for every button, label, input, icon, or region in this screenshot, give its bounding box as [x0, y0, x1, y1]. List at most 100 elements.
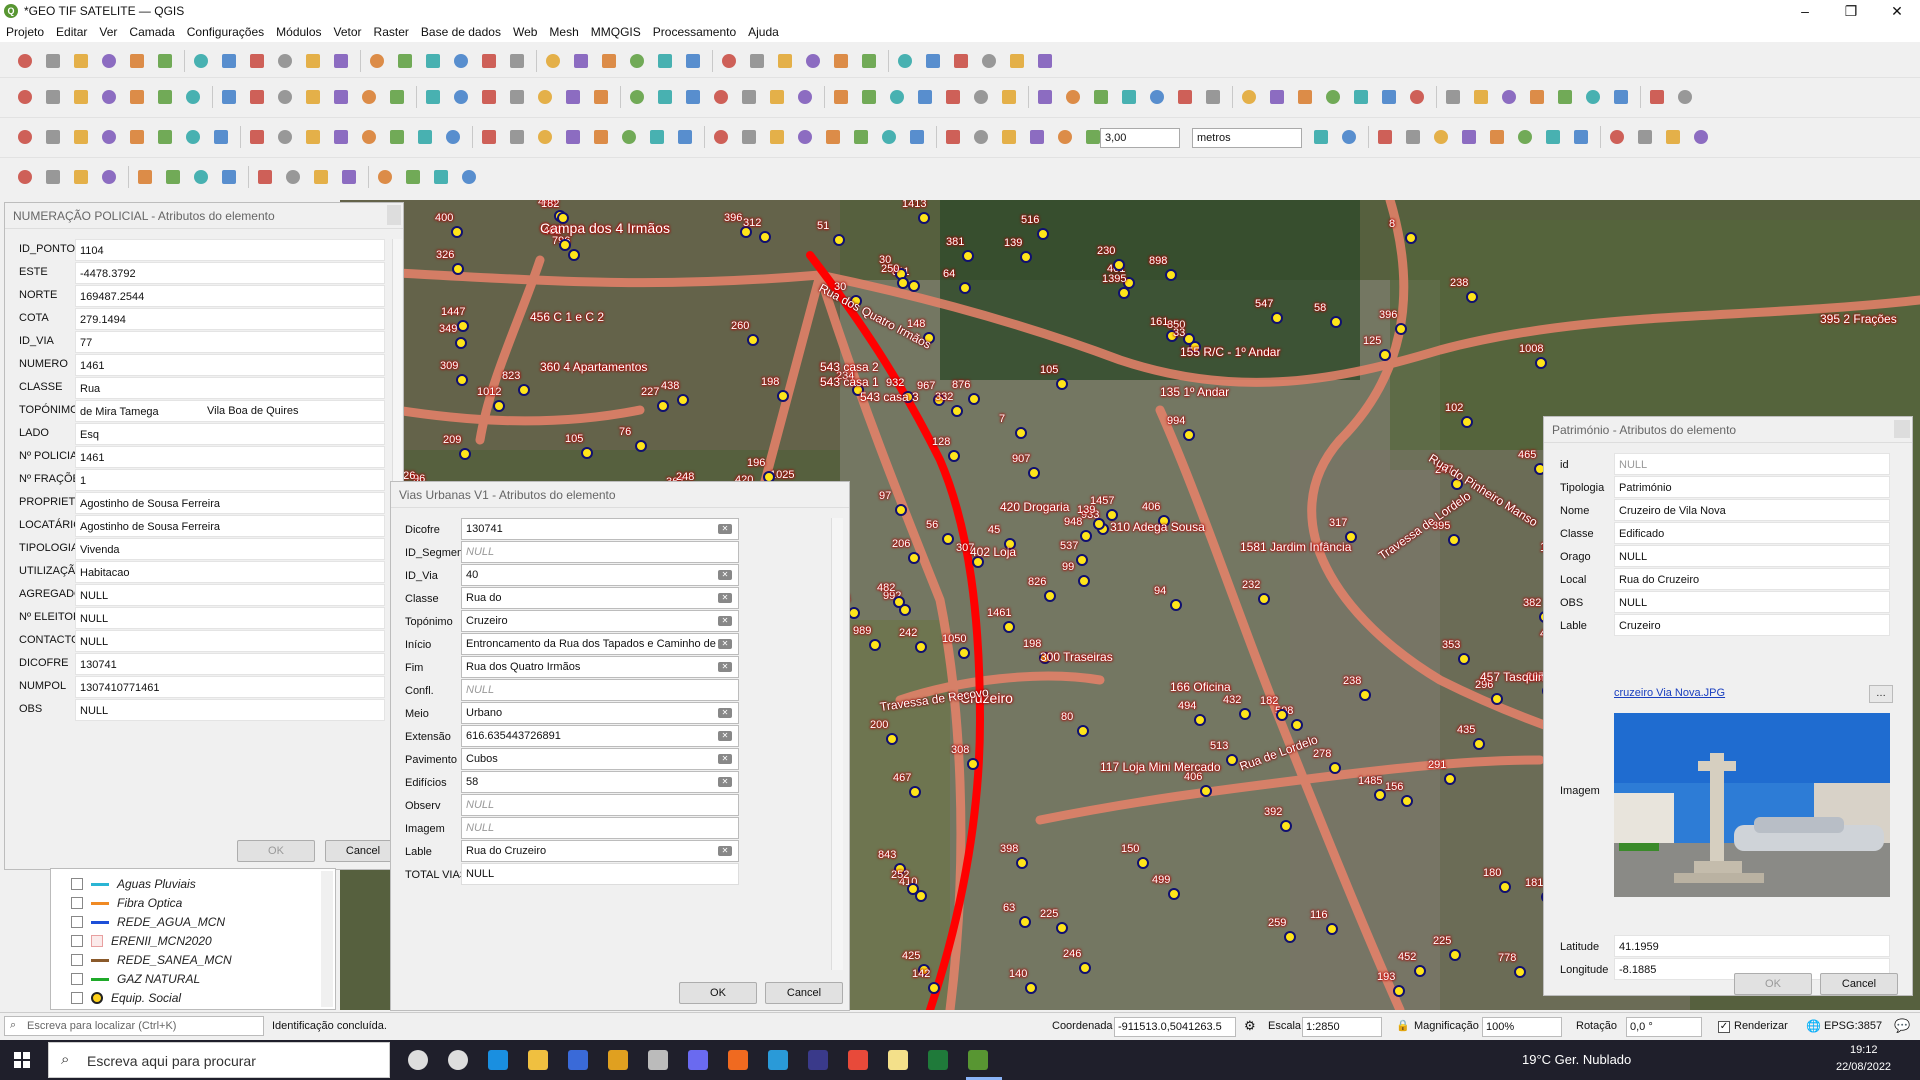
address-point[interactable] [1019, 916, 1031, 928]
vias-field-input[interactable]: Cruzeiro ✕ [461, 610, 739, 632]
address-point[interactable] [1044, 590, 1056, 602]
toolbar-tool-icon[interactable] [850, 126, 872, 148]
toolbar-tool-icon[interactable] [998, 86, 1020, 108]
toolbar-tool-icon[interactable] [478, 86, 500, 108]
toolbar-tool-icon[interactable] [970, 86, 992, 108]
toolbar-tool-icon[interactable] [794, 126, 816, 148]
toolbar-tool-icon[interactable] [534, 86, 556, 108]
toolbar-tool-icon[interactable] [858, 86, 880, 108]
address-point[interactable] [1168, 888, 1180, 900]
toolbar-tool-icon[interactable] [218, 50, 240, 72]
toolbar-tool-icon[interactable] [366, 50, 388, 72]
address-point[interactable] [1165, 269, 1177, 281]
toolbar-tool-icon[interactable] [274, 86, 296, 108]
layer-visibility-checkbox[interactable] [71, 878, 83, 890]
toolbar-tool-icon[interactable] [894, 50, 916, 72]
toolbar-tool-icon[interactable] [302, 50, 324, 72]
address-point[interactable] [1491, 693, 1503, 705]
address-point[interactable] [1359, 689, 1371, 701]
address-point[interactable] [1016, 857, 1028, 869]
toolbar-tool-icon[interactable] [1646, 86, 1668, 108]
clear-field-icon[interactable]: ✕ [718, 777, 732, 787]
toolbar-tool-icon[interactable] [998, 126, 1020, 148]
toolbar-tool-icon[interactable] [98, 86, 120, 108]
toolbar-tool-icon[interactable] [1442, 86, 1464, 108]
task-view-icon[interactable] [408, 1050, 428, 1070]
toolbar-tool-icon[interactable] [358, 126, 380, 148]
address-point[interactable] [958, 647, 970, 659]
layer-item[interactable]: REDE_SANEA_MCN [71, 951, 232, 969]
address-point[interactable] [942, 533, 954, 545]
toolbar-tool-icon[interactable] [358, 86, 380, 108]
toolbar-tool-icon[interactable] [1526, 86, 1548, 108]
toolbar-tool-icon[interactable] [1674, 86, 1696, 108]
address-point[interactable] [1028, 467, 1040, 479]
toolbar-tool-icon[interactable] [162, 166, 184, 188]
media-icon[interactable] [608, 1050, 628, 1070]
address-point[interactable] [915, 641, 927, 653]
toolbar-tool-icon[interactable] [1294, 86, 1316, 108]
address-point[interactable] [459, 448, 471, 460]
toolbar-tool-icon[interactable] [402, 166, 424, 188]
toolbar-tool-icon[interactable] [1610, 86, 1632, 108]
address-point[interactable] [777, 390, 789, 402]
toolbar-tool-icon[interactable] [598, 50, 620, 72]
patrimonio-ok-button[interactable]: OK [1734, 973, 1812, 995]
excel-icon[interactable] [928, 1050, 948, 1070]
toolbar-tool-icon[interactable] [542, 50, 564, 72]
address-point[interactable] [1037, 228, 1049, 240]
address-point[interactable] [1015, 427, 1027, 439]
toolbar-tool-icon[interactable] [1006, 50, 1028, 72]
toolbar-tool-icon[interactable] [718, 50, 740, 72]
toolbar-tool-icon[interactable] [1034, 86, 1056, 108]
toolbar-tool-icon[interactable] [830, 50, 852, 72]
toolbar-tool-icon[interactable] [970, 126, 992, 148]
toolbar-tool-icon[interactable] [654, 50, 676, 72]
vias-field-input[interactable]: NULL [461, 541, 739, 563]
toolbar-tool-icon[interactable] [190, 50, 212, 72]
toolbar-tool-icon[interactable] [98, 166, 120, 188]
menu-raster[interactable]: Raster [374, 25, 409, 39]
vias-field-input[interactable]: NULL [461, 863, 739, 885]
address-point[interactable] [657, 400, 669, 412]
menu-mesh[interactable]: Mesh [549, 25, 578, 39]
toolbar-tool-icon[interactable] [1034, 50, 1056, 72]
toolbar-tool-icon[interactable] [618, 126, 640, 148]
address-point[interactable] [895, 504, 907, 516]
scale-field[interactable]: 1:2850 [1302, 1017, 1382, 1037]
qgis-taskbar-icon[interactable] [968, 1050, 988, 1070]
address-point[interactable] [456, 374, 468, 386]
address-point[interactable] [455, 337, 467, 349]
address-point[interactable] [928, 982, 940, 994]
toolbar-tool-icon[interactable] [682, 86, 704, 108]
address-point[interactable] [1449, 949, 1461, 961]
toolbar-tool-icon[interactable] [830, 86, 852, 108]
toolbar-tool-icon[interactable] [654, 86, 676, 108]
toolbar-tool-icon[interactable] [506, 126, 528, 148]
layer-visibility-checkbox[interactable] [71, 954, 83, 966]
toolbar-tool-icon[interactable] [1402, 126, 1424, 148]
vias-field-input[interactable]: Rua do Cruzeiro ✕ [461, 840, 739, 862]
address-point[interactable] [908, 552, 920, 564]
address-point[interactable] [1271, 312, 1283, 324]
toolbar-tool-icon[interactable] [374, 166, 396, 188]
layer-visibility-checkbox[interactable] [71, 916, 83, 928]
clear-field-icon[interactable]: ✕ [718, 593, 732, 603]
toolbar-tool-icon[interactable] [442, 126, 464, 148]
toolbar-tool-icon[interactable] [394, 50, 416, 72]
toolbar-tool-icon[interactable] [126, 126, 148, 148]
address-point[interactable] [518, 384, 530, 396]
toolbar-tool-icon[interactable] [570, 50, 592, 72]
calculator-icon[interactable] [808, 1050, 828, 1070]
address-point[interactable] [457, 320, 469, 332]
toolbar-tool-icon[interactable] [506, 50, 528, 72]
vias-field-input[interactable]: NULL [461, 794, 739, 816]
layer-visibility-checkbox[interactable] [71, 973, 83, 985]
toolbar-tool-icon[interactable] [478, 126, 500, 148]
address-point[interactable] [1448, 534, 1460, 546]
address-point[interactable] [1330, 316, 1342, 328]
toolbar-tool-icon[interactable] [1062, 86, 1084, 108]
toolbar-tool-icon[interactable] [858, 50, 880, 72]
address-point[interactable] [747, 334, 759, 346]
numeracao-ok-button[interactable]: OK [237, 840, 315, 862]
